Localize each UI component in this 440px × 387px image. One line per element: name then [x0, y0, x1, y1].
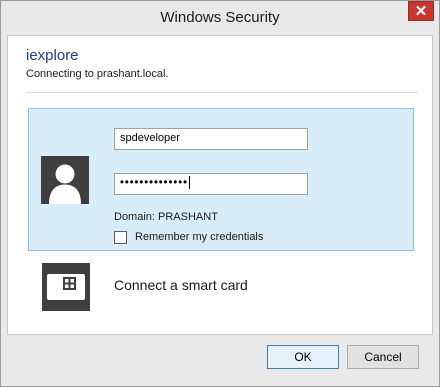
domain-label: Domain: PRASHANT — [114, 211, 218, 223]
smart-card-label: Connect a smart card — [114, 277, 248, 293]
cancel-button[interactable]: Cancel — [347, 345, 419, 369]
app-name: iexplore — [26, 47, 79, 64]
remember-credentials-checkbox[interactable] — [114, 231, 127, 244]
divider — [26, 92, 418, 93]
window-title: Windows Security — [160, 9, 280, 26]
windows-security-dialog: Windows Security ✕ iexplore Connecting t… — [0, 0, 440, 387]
text-caret — [188, 176, 190, 189]
ok-button[interactable]: OK — [267, 345, 339, 369]
smart-card-option[interactable]: Connect a smart card — [28, 258, 414, 314]
title-bar: Windows Security ✕ — [1, 1, 439, 35]
user-avatar-icon — [41, 156, 89, 204]
password-mask: •••••••••••••• — [120, 176, 188, 189]
close-button[interactable]: ✕ — [408, 1, 434, 21]
remember-credentials-label[interactable]: Remember my credentials — [135, 231, 263, 243]
password-field[interactable]: •••••••••••••• — [114, 173, 308, 195]
smart-card-icon — [42, 263, 90, 311]
dialog-content: iexplore Connecting to prashant.local. s… — [7, 35, 433, 335]
credential-tile[interactable]: spdeveloper •••••••••••••• Domain: PRASH… — [28, 108, 414, 251]
connecting-message: Connecting to prashant.local. — [26, 68, 169, 80]
username-field[interactable]: spdeveloper — [114, 128, 308, 150]
